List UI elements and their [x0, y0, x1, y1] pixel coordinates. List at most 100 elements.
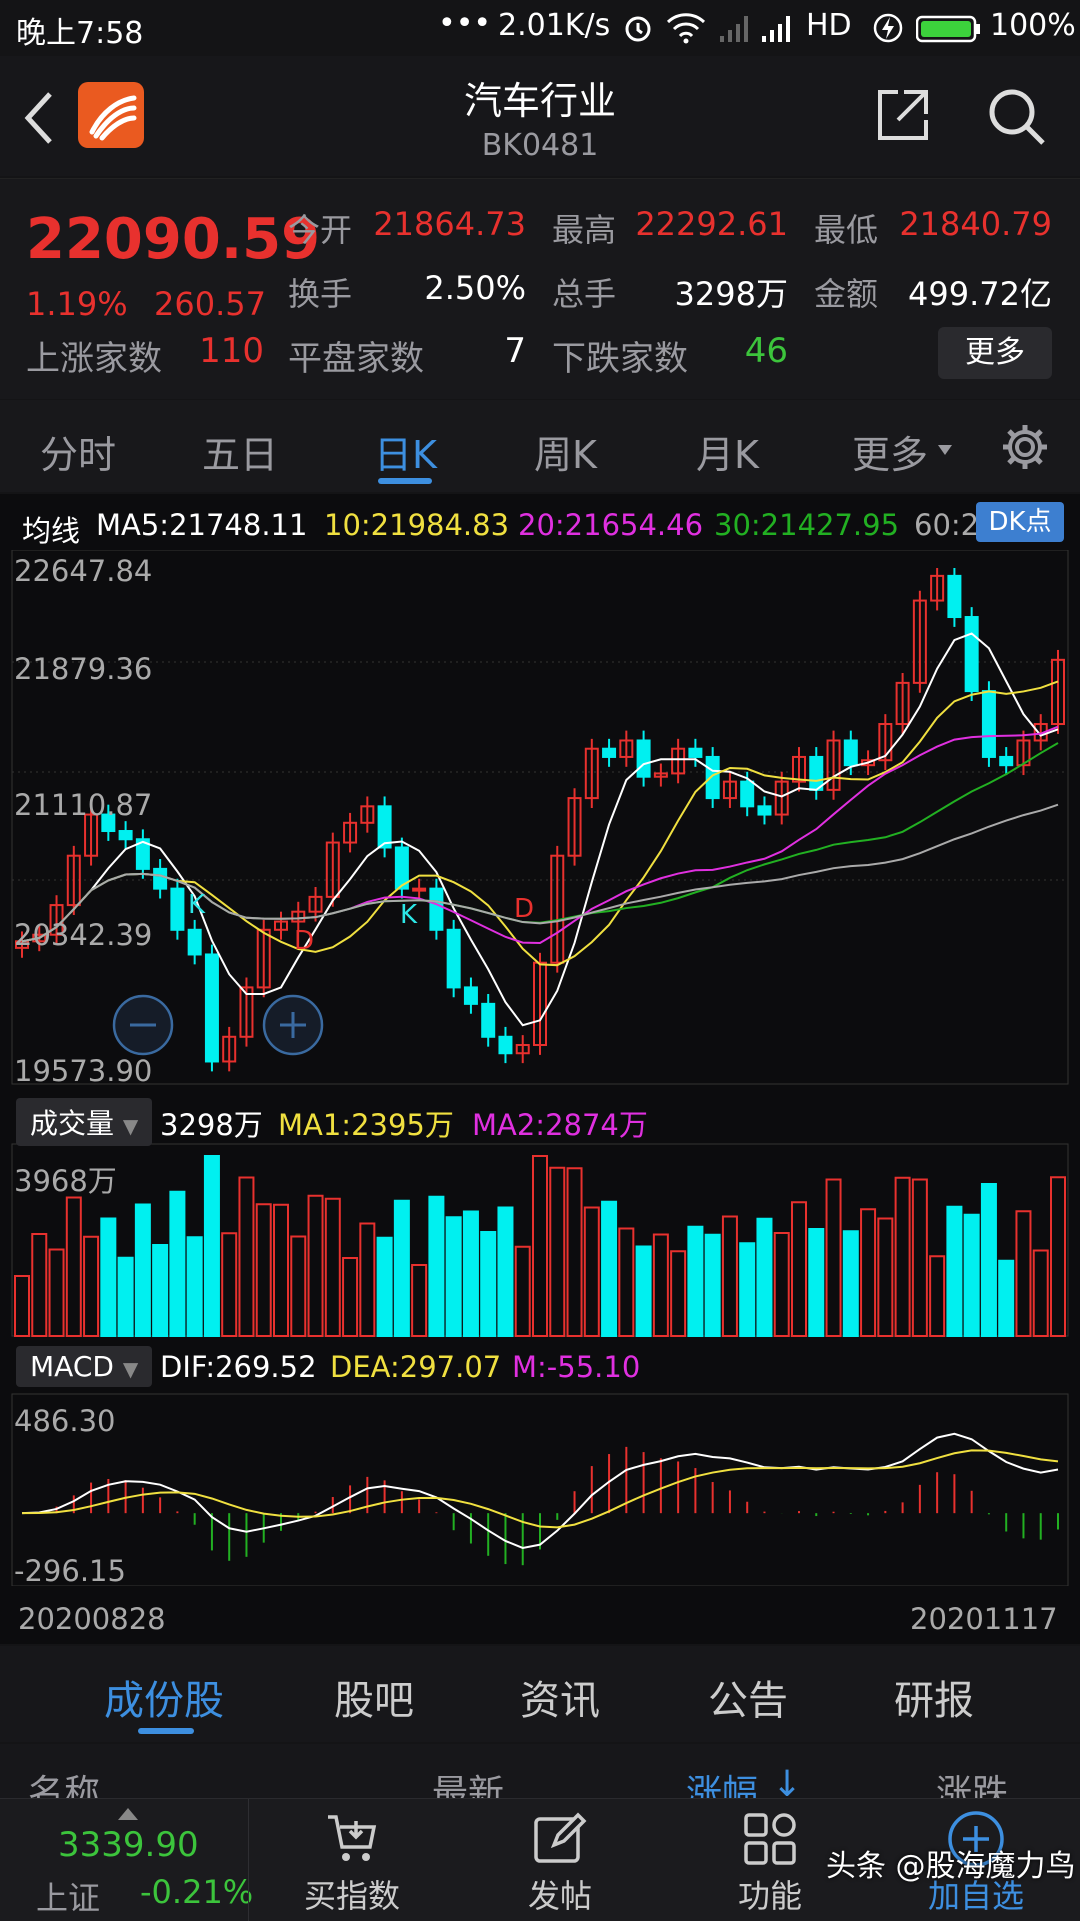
volume-bar: [393, 1199, 410, 1337]
zoom-out-icon[interactable]: [112, 994, 174, 1060]
volume-bar: [445, 1216, 462, 1337]
signal-d-2: D: [514, 894, 535, 924]
turnover-label: 换手: [288, 275, 353, 313]
functions-label[interactable]: 功能: [722, 1871, 818, 1917]
dropdown-caret-icon: [938, 440, 952, 459]
col-change[interactable]: 涨跌: [936, 1764, 1008, 1800]
volume-bar: [842, 1230, 859, 1337]
bottom-bar: 3339.90 上证 -0.21% 买指数 发帖 功能 加自选 头条 @股海魔力…: [0, 1798, 1080, 1921]
tab-daily-k[interactable]: 日K: [374, 424, 437, 479]
post-label[interactable]: 发帖: [512, 1871, 608, 1917]
candle-body: [170, 887, 185, 931]
volume-bar: [773, 1232, 790, 1337]
col-name[interactable]: 名称: [28, 1764, 100, 1800]
zoom-in-icon[interactable]: [262, 994, 324, 1060]
volume-indicator-select[interactable]: 成交量 ▼: [16, 1098, 153, 1146]
quote-panel: 22090.59 1.19% 260.57 上涨家数 110 今开 21864.…: [0, 178, 1080, 399]
candle-body: [204, 953, 219, 1063]
index-name[interactable]: 上证: [36, 1873, 100, 1919]
header: 汽车行业 BK0481: [0, 56, 1080, 176]
candle-body: [947, 574, 962, 619]
volume-bar: [65, 1196, 82, 1337]
volume-ma1-legend: MA1:2395万: [278, 1108, 454, 1142]
volume-bar: [203, 1155, 220, 1337]
divider: [248, 1799, 249, 1921]
candle-body: [498, 1035, 513, 1055]
tab-research[interactable]: 研报: [894, 1668, 974, 1726]
dk-point-button[interactable]: DK点: [976, 502, 1064, 542]
amount-label: 金额: [814, 275, 879, 313]
tab-constituents[interactable]: 成份股: [104, 1668, 224, 1726]
share-icon[interactable]: [874, 86, 932, 148]
volume-bar: [411, 1264, 428, 1337]
candle-body: [429, 887, 444, 931]
macd-indicator-select[interactable]: MACD ▼: [16, 1346, 153, 1387]
macd-dea-legend: DEA:297.07: [330, 1350, 502, 1384]
search-icon[interactable]: [986, 86, 1048, 152]
kline-chart-area[interactable]: 均线 MA5:21748.11 10:21984.83 20:21654.46 …: [0, 494, 1080, 1644]
tab-intraday[interactable]: 分时: [40, 424, 116, 479]
ma30-legend: 30:21427.95: [714, 508, 900, 542]
tab-news[interactable]: 资讯: [520, 1668, 600, 1726]
volume-bar: [462, 1210, 479, 1337]
signal-icon-2: [760, 12, 796, 52]
volume-bar: [894, 1176, 911, 1337]
tab-five-day[interactable]: 五日: [202, 424, 278, 479]
volume-bar: [290, 1235, 307, 1337]
period-tabs: 分时 五日 日K 周K 月K 更多: [0, 400, 1080, 492]
battery-icon: [915, 14, 982, 52]
tab-weekly-k[interactable]: 周K: [534, 424, 597, 479]
buy-index-label[interactable]: 买指数: [302, 1871, 402, 1917]
volume-bar: [980, 1183, 997, 1337]
candle-body: [602, 747, 617, 758]
tab-monthly-k[interactable]: 月K: [696, 424, 759, 479]
volume-bar: [652, 1233, 669, 1337]
candle-body: [688, 747, 703, 758]
col-pct-change[interactable]: 涨幅: [686, 1764, 758, 1800]
index-value[interactable]: 3339.90: [58, 1825, 199, 1865]
volume-bar: [48, 1248, 65, 1337]
cart-icon[interactable]: [324, 1811, 380, 1871]
index-change[interactable]: -0.21%: [140, 1873, 253, 1911]
edit-post-icon[interactable]: [532, 1811, 588, 1871]
volume-bar: [497, 1206, 514, 1337]
volume-bar: [83, 1235, 100, 1337]
volume-bar: [134, 1203, 151, 1337]
status-battery: 100%: [990, 8, 1076, 43]
expand-caret-icon[interactable]: [118, 1805, 138, 1824]
volume-bar: [704, 1233, 721, 1337]
candle-body: [999, 755, 1014, 767]
wifi-icon: [666, 12, 706, 52]
volume-bar: [14, 1275, 30, 1337]
candle-body: [481, 1002, 496, 1038]
col-latest[interactable]: 最新: [432, 1764, 504, 1800]
volume-bar: [359, 1222, 376, 1337]
volume-bar: [618, 1227, 635, 1337]
tab-announcements[interactable]: 公告: [708, 1668, 788, 1726]
volume-bar: [687, 1225, 704, 1337]
apps-grid-icon[interactable]: [742, 1811, 798, 1871]
open-label: 今开: [288, 211, 353, 249]
y-label-4: 20342.39: [14, 918, 153, 952]
kline-svg: [11, 550, 1069, 1586]
status-network: HD: [806, 8, 852, 43]
settings-gear-icon[interactable]: [1000, 422, 1050, 476]
ma-legend-label: 均线: [22, 514, 81, 548]
macd-min-label: -296.15: [14, 1554, 126, 1588]
tab-forum[interactable]: 股吧: [334, 1668, 414, 1726]
more-button[interactable]: 更多: [938, 327, 1052, 379]
ma10-legend: 10:21984.83: [324, 508, 510, 542]
candle-body: [636, 739, 651, 778]
volume-bar: [963, 1213, 980, 1337]
date-start-label: 20200828: [18, 1602, 166, 1636]
candle-body: [463, 986, 478, 1005]
ma5-legend: MA5:21748.11: [96, 508, 308, 542]
volume-bar: [860, 1208, 877, 1337]
high-label: 最高: [552, 211, 617, 249]
watermark: 头条 @股海魔力鸟: [826, 1849, 1076, 1884]
volume-bar: [635, 1245, 652, 1337]
volume-bar: [929, 1255, 946, 1337]
volume-bar: [549, 1166, 566, 1337]
signal-d-1: D: [294, 926, 315, 956]
tab-more[interactable]: 更多: [852, 424, 928, 479]
